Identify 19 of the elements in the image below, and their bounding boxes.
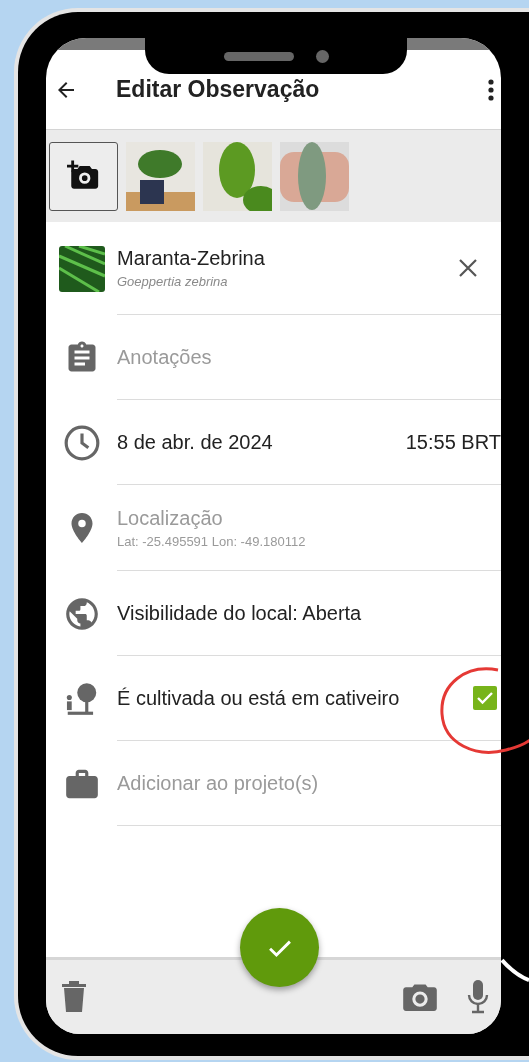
scientific-name: Goeppertia zebrina [117,274,229,289]
captive-checkbox[interactable] [473,686,497,710]
photo-placeholder[interactable] [126,141,195,211]
camera-icon[interactable] [403,983,437,1011]
clock-icon [62,423,101,462]
close-icon[interactable] [457,257,479,279]
common-name[interactable]: Maranta-Zebrina [117,247,457,270]
more-menu-icon[interactable] [487,77,495,102]
visibility-text[interactable]: Visibilidade do local: Aberta [117,601,362,625]
captive-label: É cultivada ou está em cativeiro [117,686,400,710]
add-photo-button[interactable] [49,141,118,211]
decorative-curve [501,958,529,982]
trash-icon[interactable] [60,980,88,1014]
coordinates-text: Lat: -25.495591 Lon: -49.180112 [117,533,307,549]
microphone-icon[interactable] [467,980,489,1014]
date-text[interactable]: 8 de abr. de 2024 [117,430,273,454]
time-text[interactable]: 15:55 BRT [405,430,501,454]
taxon-photo [58,245,105,292]
screen-title: Editar Observação [116,76,321,103]
